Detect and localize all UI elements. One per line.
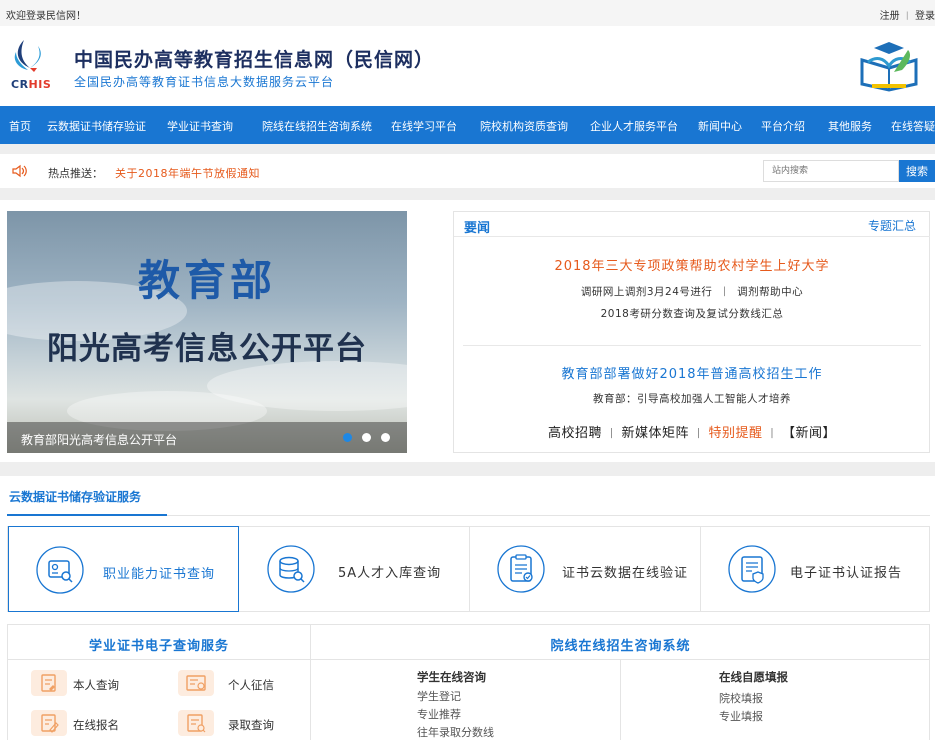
link-student-register[interactable]: 学生登记 [417,688,461,704]
card-5a-talent-query[interactable]: 5A人才入库查询 [239,526,469,612]
nav-talent-service[interactable]: 企业人才服务平台 [590,118,678,134]
card-cloud-online-verify[interactable]: 证书云数据在线验证 [470,526,700,612]
svc-label: 个人征信 [228,678,274,692]
banner-caption[interactable]: 教育部阳光高考信息公开平台 [21,431,177,448]
headline-1[interactable]: 2018年三大专项政策帮助农村学生上好大学 [454,255,930,274]
welcome-text: 欢迎登录民信网！ [6,11,86,22]
speaker-icon [12,164,27,178]
nav-platform-intro[interactable]: 平台介绍 [761,118,805,134]
link-separator: 丨 [605,427,618,440]
link-special-notice[interactable]: 特别提醒 [709,426,763,441]
divider [0,188,935,200]
site-subtitle: 全国民办高等教育证书信息大数据服务云平台 [74,75,335,89]
link-past-scores[interactable]: 往年录取分数线 [417,724,494,740]
nav-academic-query[interactable]: 学业证书查询 [167,118,233,134]
register-link[interactable]: 注册 [880,11,900,22]
link-separator: 丨 [766,427,779,440]
svc-label: 录取查询 [228,718,274,732]
banner-subheading: 阳光高考信息公开平台 [47,331,367,367]
banner-carousel[interactable]: 教育部 阳光高考信息公开平台 教育部阳光高考信息公开平台 [7,211,407,453]
link-separator: 丨 [693,427,705,440]
nav-institution-query[interactable]: 院校机构资质查询 [480,118,568,134]
online-application-title: 在线自愿填报 [719,670,788,684]
self-query-icon [31,670,67,696]
carousel-dot-1[interactable] [343,433,352,442]
certificate-search-icon [36,546,84,594]
divider [0,144,935,154]
report-shield-icon [728,545,776,593]
news-panel [453,211,930,453]
nav-admission-consult[interactable]: 院线在线招生咨询系统 [262,118,372,134]
divider [454,236,930,237]
link-news[interactable]: 【新闻】 [782,426,836,441]
banner-heading: 教育部 [137,256,276,305]
link-new-media[interactable]: 新媒体矩阵 [621,426,689,441]
database-search-icon [267,545,315,593]
hot-news-link[interactable]: 关于2018年端午节放假通知 [115,165,260,181]
carousel-dot-2[interactable] [362,433,371,442]
divider [620,660,621,740]
svc-self-query[interactable]: 本人查询 [31,670,151,698]
site-title: 中国民办高等教育招生信息网（民信网） [74,49,435,71]
nav-other-services[interactable]: 其他服务 [828,118,872,134]
svc-admission-query[interactable]: 录取查询 [178,710,298,738]
topics-summary-link[interactable]: 专题汇总 [868,217,916,234]
divider [463,345,921,346]
account-links: 注册 丨 登录 [880,7,935,22]
divider [0,462,935,476]
account-separator: 丨 [902,12,912,22]
admission-query-icon [178,710,214,736]
link-school-fill[interactable]: 院校填报 [719,690,763,706]
card-label: 5A人才入库查询 [338,566,442,581]
consult-panel-title: 院线在线招生咨询系统 [550,639,691,654]
clipboard-verify-icon [497,545,545,593]
svc-label: 在线报名 [73,718,119,732]
card-label: 电子证书认证报告 [790,566,903,581]
svc-label: 本人查询 [73,678,119,692]
search-button[interactable]: 搜索 [899,160,935,182]
headline-2[interactable]: 教育部部署做好2018年普通高校招生工作 [454,363,930,382]
headline-1-sublink-2[interactable]: 2018考研分数查询及复试分数线汇总 [454,306,930,321]
headline-1-sublinks: 调研网上调剂3月24号进行 丨 调剂帮助中心 [454,284,930,299]
top-bar: 欢迎登录民信网！ 注册 丨 登录 [0,0,935,26]
nav-cloud-cert[interactable]: 云数据证书储存验证 [47,118,146,134]
nav-online-learning[interactable]: 在线学习平台 [391,118,457,134]
card-label: 证书云数据在线验证 [562,566,689,581]
nav-online-qa[interactable]: 在线答疑 [891,118,935,134]
sublink-adjustment-help[interactable]: 调剂帮助中心 [737,286,803,298]
link-campus-recruit[interactable]: 高校招聘 [548,426,602,441]
signup-icon [31,710,67,736]
svc-personal-credit[interactable]: 个人征信 [178,670,298,698]
credit-icon [178,670,214,696]
logo-text-cr: CR [11,78,29,91]
crhis-logo-text: CRHIS [11,78,51,91]
carousel-dot-3[interactable] [381,433,390,442]
card-label: 职业能力证书查询 [103,567,216,582]
cloud-section-title: 云数据证书储存验证服务 [9,490,142,504]
headline-2-sublink[interactable]: 教育部：引导高校加强人工智能人才培养 [454,391,930,406]
site-search-input[interactable] [763,160,899,182]
link-major-fill[interactable]: 专业填报 [719,708,763,724]
news-panel-title: 要闻 [464,221,491,236]
link-major-recommend[interactable]: 专业推荐 [417,706,461,722]
site-header: CRHIS 中国民办高等教育招生信息网（民信网） 全国民办高等教育证书信息大数据… [0,26,935,106]
news-quick-links: 高校招聘丨新媒体矩阵丨特别提醒丨【新闻】 [454,422,930,441]
card-vocational-cert-query[interactable]: 职业能力证书查询 [8,526,239,612]
nav-home[interactable]: 首页 [9,118,31,134]
section-underline [7,514,167,516]
logo-text-his: HIS [28,78,52,91]
academic-panel-title: 学业证书电子查询服务 [88,639,229,654]
svc-online-signup[interactable]: 在线报名 [31,710,151,738]
sublink-adjustment[interactable]: 调研网上调剂3月24号进行 [581,286,713,298]
hot-label: 热点推送： [48,167,103,180]
login-link[interactable]: 登录 [915,11,935,22]
nav-news-center[interactable]: 新闻中心 [698,118,742,134]
sublink-separator: 丨 [719,286,731,298]
university-book-icon [860,42,918,92]
student-consult-title: 学生在线咨询 [417,670,486,684]
card-e-cert-report[interactable]: 电子证书认证报告 [701,526,930,612]
main-nav: 首页 云数据证书储存验证 学业证书查询 院线在线招生咨询系统 在线学习平台 院校… [0,106,935,144]
